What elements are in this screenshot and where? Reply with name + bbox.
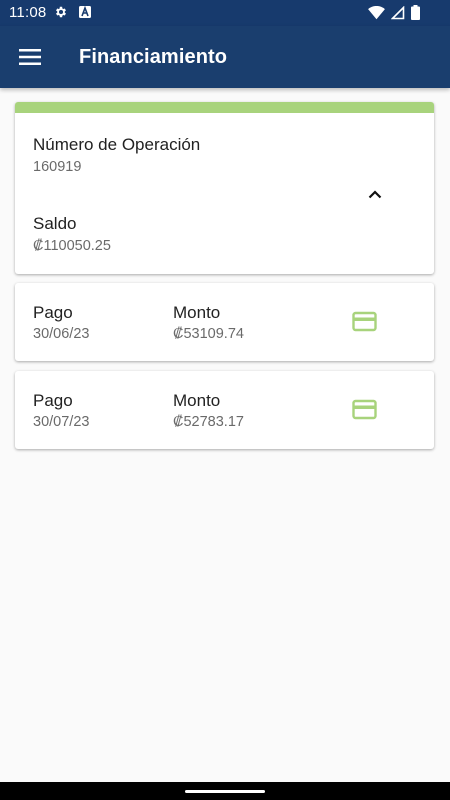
payment-card[interactable]: Pago 30/07/23 Monto ₡52783.17 — [15, 371, 434, 449]
payment-date-value: 30/06/23 — [33, 326, 90, 342]
status-bar: 11:08 — [0, 0, 450, 26]
collapse-button[interactable] — [359, 182, 391, 206]
credit-card-icon[interactable] — [352, 311, 378, 333]
app-bar: Financiamiento — [0, 26, 450, 88]
payment-amount-value: ₡53109.74 — [173, 326, 244, 342]
status-right-icons — [368, 5, 420, 20]
operation-card: Número de Operación 160919 Saldo ₡110050… — [15, 102, 434, 274]
operation-number-label: Número de Operación — [33, 135, 201, 154]
hamburger-menu-icon — [19, 49, 41, 65]
payment-amount-label: Monto — [173, 391, 221, 410]
payment-date-value: 30/07/23 — [33, 414, 90, 430]
page-title: Financiamiento — [79, 46, 228, 68]
menu-button[interactable] — [12, 39, 48, 75]
status-time: 11:08 — [9, 4, 47, 21]
wifi-icon — [368, 5, 385, 19]
home-gesture-pill[interactable] — [185, 790, 265, 793]
status-left-icons — [54, 5, 92, 19]
payment-amount-value: ₡52783.17 — [173, 414, 244, 430]
credit-card-icon[interactable] — [352, 399, 378, 421]
a-notification-icon — [79, 5, 91, 18]
balance-value: ₡110050.25 — [33, 238, 111, 254]
payment-amount-label: Monto — [173, 303, 221, 322]
navigation-bar — [0, 782, 450, 800]
signal-icon — [391, 5, 405, 19]
battery-icon — [411, 5, 420, 20]
chevron-up-icon — [368, 189, 382, 198]
operation-number-value: 160919 — [33, 159, 82, 175]
payment-card[interactable]: Pago 30/06/23 Monto ₡53109.74 — [15, 283, 434, 361]
payment-date-label: Pago — [33, 303, 73, 322]
balance-label: Saldo — [33, 214, 77, 233]
payment-date-label: Pago — [33, 391, 73, 410]
gear-icon — [56, 6, 66, 18]
card-accent-bar — [15, 102, 434, 113]
